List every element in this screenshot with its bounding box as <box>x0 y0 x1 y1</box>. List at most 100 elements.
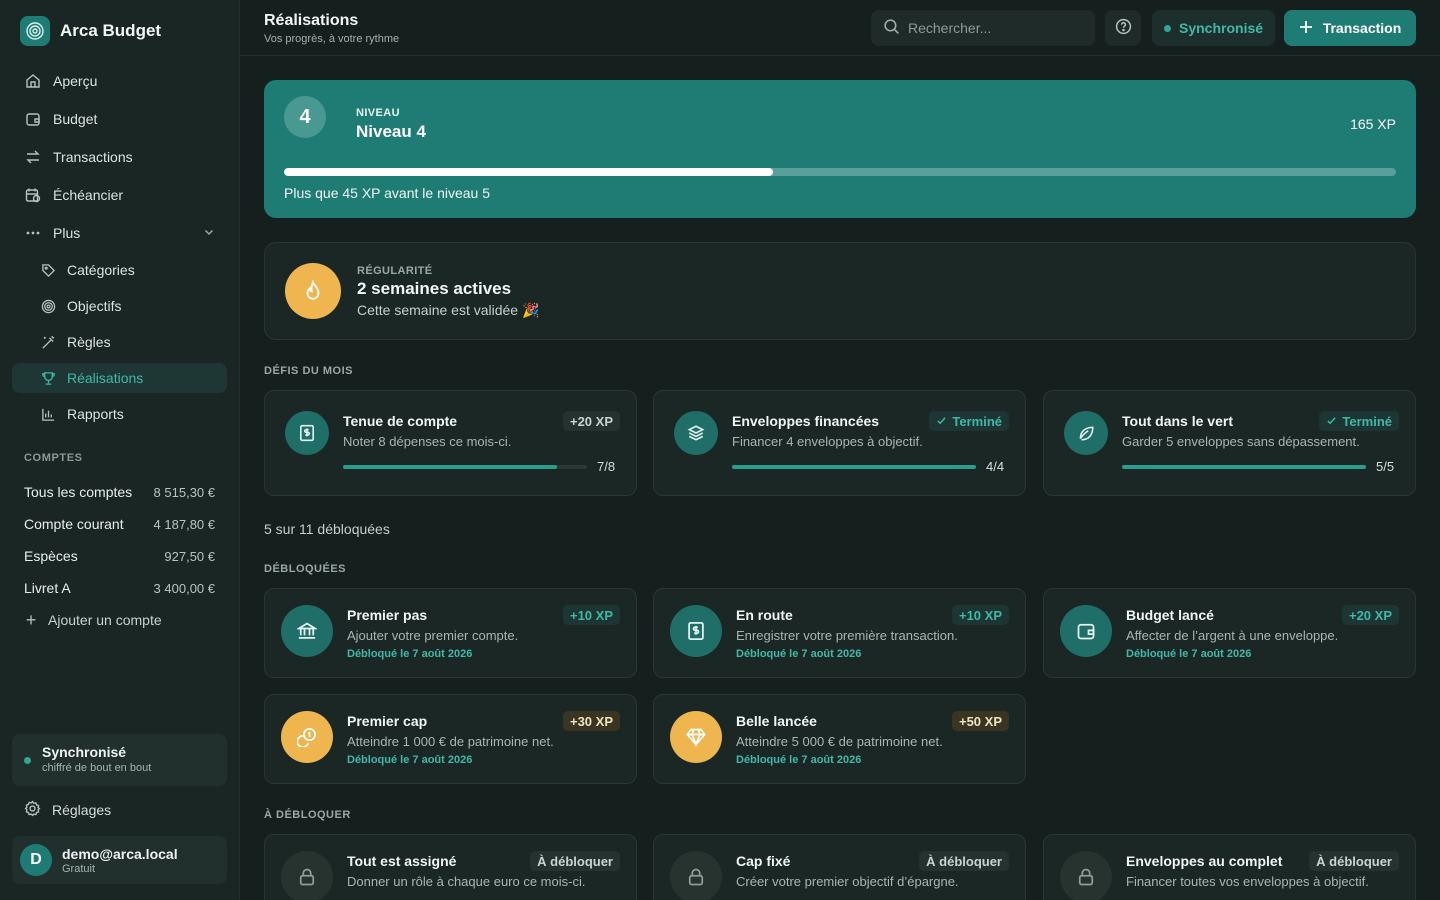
achievement-title: En route <box>736 607 793 623</box>
nav-item-objectifs[interactable]: Objectifs <box>12 291 227 321</box>
streak-title: 2 semaines actives <box>357 279 512 298</box>
status-dot-icon <box>24 757 31 764</box>
level-note: Plus que 45 XP avant le niveau 5 <box>284 185 491 201</box>
level-progress-bar <box>284 168 1396 176</box>
add-transaction-button[interactable]: Transaction <box>1284 10 1416 46</box>
locked-achievement-card[interactable]: Cap fixé Créer votre premier objectif d’… <box>653 834 1026 900</box>
account-amount: 4 187,80 € <box>153 516 215 532</box>
challenge-card[interactable]: Enveloppes financées Financer 4 envelopp… <box>653 390 1026 496</box>
account-item[interactable]: Tous les comptes 8 515,30 € <box>24 476 215 508</box>
chevron-down-icon <box>203 225 215 241</box>
lock-icon <box>670 851 722 900</box>
challenge-title: Enveloppes financées <box>732 413 880 429</box>
brand[interactable]: Arca Budget <box>20 16 161 46</box>
logo-icon <box>20 16 50 46</box>
add-account-button[interactable]: + Ajouter un compte <box>24 604 215 636</box>
streak-subtitle: Cette semaine est validée 🎉 <box>357 302 540 318</box>
account-name: Espèces <box>24 548 78 564</box>
achievement-title: Belle lancée <box>736 713 817 729</box>
achievement-date: Débloqué le 7 août 2026 <box>347 754 473 766</box>
challenge-count: 7/8 <box>597 459 616 474</box>
level-title: Niveau 4 <box>356 122 426 141</box>
challenge-progress-bar <box>343 465 587 469</box>
receipt-icon <box>285 411 329 455</box>
flame-icon <box>285 263 341 319</box>
add-account-label: Ajouter un compte <box>48 612 162 628</box>
account-amount: 8 515,30 € <box>153 484 215 500</box>
challenge-progress-bar <box>1122 465 1366 469</box>
challenge-progress-fill <box>1122 465 1366 469</box>
nav-label: Règles <box>67 334 111 350</box>
search-input[interactable] <box>908 20 1078 36</box>
nav-item-transactions[interactable]: Transactions <box>12 141 227 173</box>
nav-label: Réalisations <box>67 370 144 386</box>
challenge-desc: Noter 8 dépenses ce mois-ci. <box>343 434 512 449</box>
help-button[interactable] <box>1105 10 1141 46</box>
achievement-card[interactable]: Belle lancée Atteindre 5 000 € de patrim… <box>653 694 1026 784</box>
user-plan: Gratuit <box>62 862 96 875</box>
achievement-card[interactable]: Budget lancé Affecter de l’argent à une … <box>1043 588 1416 678</box>
nav-item-realisations[interactable]: Réalisations <box>12 363 227 393</box>
account-item[interactable]: Livret A 3 400,00 € <box>24 572 215 604</box>
achievement-card[interactable]: En route Enregistrer votre première tran… <box>653 588 1026 678</box>
home-icon <box>24 72 42 90</box>
locked-achievement-card[interactable]: Enveloppes au complet Financer toutes vo… <box>1043 834 1416 900</box>
main-nav: Aperçu Budget Transactions Échéancier Pl… <box>12 65 227 435</box>
account-name: Compte courant <box>24 516 124 532</box>
user-menu[interactable]: D demo@arca.local Gratuit <box>12 836 227 884</box>
streak-kicker: RÉGULARITÉ <box>357 265 433 277</box>
magic-wand-icon <box>40 334 56 350</box>
nav-item-categories[interactable]: Catégories <box>12 255 227 285</box>
achievement-card[interactable]: Premier cap Atteindre 1 000 € de patrimo… <box>264 694 637 784</box>
accounts-list: Tous les comptes 8 515,30 € Compte coura… <box>24 476 215 636</box>
nav-item-budget[interactable]: Budget <box>12 103 227 135</box>
achievement-title: Premier cap <box>347 713 428 729</box>
search-bar[interactable] <box>871 10 1095 46</box>
account-amount: 927,50 € <box>164 548 215 564</box>
more-icon <box>24 224 42 242</box>
locked-badge: À débloquer <box>530 851 620 871</box>
nav-label: Catégories <box>67 262 135 278</box>
settings-link[interactable]: Réglages <box>24 800 111 820</box>
nav-item-plus[interactable]: Plus <box>12 217 227 249</box>
achievement-title: Enveloppes au complet <box>1126 853 1283 869</box>
challenge-card[interactable]: Tout dans le vert Garder 5 enveloppes sa… <box>1043 390 1416 496</box>
nav-label: Plus <box>53 225 81 241</box>
achievement-title: Premier pas <box>347 607 428 623</box>
nav-label: Aperçu <box>53 73 98 89</box>
completed-label: Terminé <box>952 413 1002 429</box>
xp-badge: +20 XP <box>562 411 620 431</box>
completed-label: Terminé <box>1342 413 1392 429</box>
challenge-progress-bar <box>732 465 976 469</box>
account-item[interactable]: Espèces 927,50 € <box>24 540 215 572</box>
achievement-desc: Affecter de l’argent à une enveloppe. <box>1126 628 1339 643</box>
nav-item-regles[interactable]: Règles <box>12 327 227 357</box>
streak-card: RÉGULARITÉ 2 semaines actives Cette sema… <box>264 242 1416 340</box>
achievement-date: Débloqué le 7 août 2026 <box>736 754 862 766</box>
challenges-section-title: DÉFIS DU MOIS <box>264 365 354 377</box>
locked-section-title: À DÉBLOQUER <box>264 809 351 821</box>
nav-item-echeancier[interactable]: Échéancier <box>12 179 227 211</box>
sidebar: Arca Budget Aperçu Budget Transactions É… <box>0 0 240 900</box>
account-item[interactable]: Compte courant 4 187,80 € <box>24 508 215 540</box>
nav-item-apercu[interactable]: Aperçu <box>12 65 227 97</box>
nav-label: Objectifs <box>67 298 122 314</box>
sync-status-pill[interactable]: Synchronisé <box>1152 10 1276 46</box>
challenge-desc: Financer 4 enveloppes à objectif. <box>732 434 923 449</box>
level-progress-fill <box>284 168 774 176</box>
nav-item-rapports[interactable]: Rapports <box>12 399 227 429</box>
locked-achievement-card[interactable]: Tout est assigné Donner un rôle à chaque… <box>264 834 637 900</box>
account-amount: 3 400,00 € <box>153 580 215 596</box>
achievement-desc: Enregistrer votre première transaction. <box>736 628 958 643</box>
page-subtitle: Vos progrès, à votre rythme <box>264 33 400 45</box>
challenge-count: 4/4 <box>986 459 1005 474</box>
add-transaction-label: Transaction <box>1322 20 1402 36</box>
layers-icon <box>674 411 718 455</box>
achievement-card[interactable]: Premier pas Ajouter votre premier compte… <box>264 588 637 678</box>
unlocked-count: 5 sur 11 débloquées <box>264 521 390 537</box>
challenge-card[interactable]: Tenue de compte Noter 8 dépenses ce mois… <box>264 390 637 496</box>
challenge-count: 5/5 <box>1376 459 1395 474</box>
sync-subtitle: chiffré de bout en bout <box>42 762 152 774</box>
challenge-title: Tout dans le vert <box>1122 413 1233 429</box>
xp-badge: +30 XP <box>562 711 620 731</box>
